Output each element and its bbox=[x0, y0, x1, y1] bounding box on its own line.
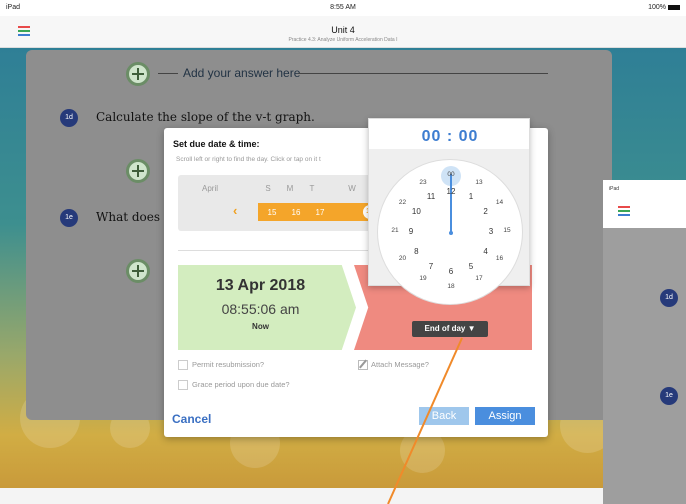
annotation-arrow bbox=[387, 337, 463, 504]
